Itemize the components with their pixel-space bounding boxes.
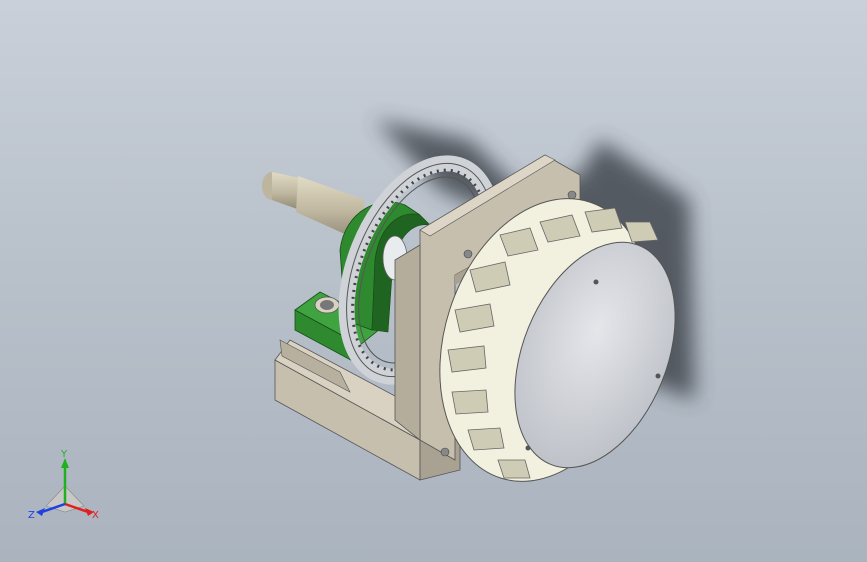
- z-axis-label: Z: [28, 510, 35, 521]
- y-axis-label: Y: [60, 449, 68, 460]
- coordinate-triad: Y X Z: [28, 449, 99, 521]
- x-axis-label: X: [92, 510, 99, 521]
- 3d-model-view[interactable]: [0, 0, 867, 562]
- graphics-viewport[interactable]: Y X Z: [0, 0, 867, 562]
